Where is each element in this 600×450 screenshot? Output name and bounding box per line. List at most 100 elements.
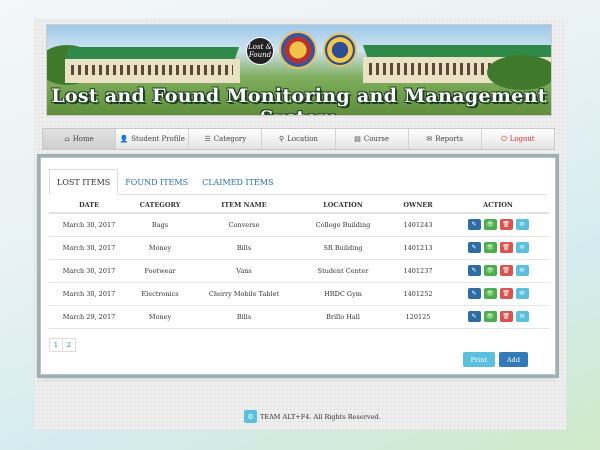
cell-date: March 30, 2017: [49, 259, 129, 283]
edit-button[interactable]: ✎: [467, 311, 481, 322]
nav-label: Category: [213, 135, 247, 143]
edit-button[interactable]: ✎: [467, 288, 481, 299]
footer: ⚙ TEAM ALT+F4. All Rights Reserved.: [244, 410, 381, 423]
view-button[interactable]: 👁: [483, 288, 497, 299]
nav-category[interactable]: ☰ Category: [189, 129, 263, 149]
cell-action: ✎ 👁 🗑 ✉: [447, 305, 549, 329]
map-marker-icon: ⚲: [279, 135, 285, 143]
cell-category: Footwear: [129, 259, 191, 283]
add-button[interactable]: Add: [498, 352, 528, 367]
university-seal-icon: [279, 31, 317, 69]
cell-date: March 30, 2017: [49, 282, 129, 306]
cell-action: ✎ 👁 🗑 ✉: [447, 282, 549, 306]
cell-owner: 1401237: [389, 259, 447, 283]
cell-category: Money: [129, 236, 191, 260]
cell-location: Student Center: [297, 259, 389, 283]
table-row: March 30, 2017 Bags Converse College Buildi…: [49, 213, 549, 237]
view-button[interactable]: 👁: [483, 265, 497, 276]
col-action: ACTION: [447, 198, 549, 214]
nav-student-profile[interactable]: 👤 Student Profile: [116, 129, 190, 149]
cell-owner: 1401252: [389, 282, 447, 306]
tab-claimed-items[interactable]: CLAIMED ITEMS: [195, 169, 280, 195]
mail-button[interactable]: ✉: [515, 219, 529, 231]
cell-category: Electronics: [129, 282, 191, 306]
pagination: 1 2: [49, 338, 76, 352]
view-button[interactable]: 👁: [483, 311, 497, 322]
cell-location: HRDC Gym: [297, 282, 389, 306]
delete-button[interactable]: 🗑: [499, 219, 513, 231]
cell-item: Bills: [191, 236, 297, 260]
cell-category: Money: [129, 305, 191, 329]
lost-items-table: DATE CATEGORY ITEM NAME LOCATION OWNER A…: [49, 198, 549, 329]
edit-button[interactable]: ✎: [467, 242, 481, 253]
cell-owner: 1401213: [389, 236, 447, 260]
table-actions: Print Add: [462, 352, 528, 367]
nav-location[interactable]: ⚲ Location: [262, 129, 336, 149]
nav-label: Logout: [509, 135, 535, 143]
print-button[interactable]: Print: [462, 352, 495, 367]
cell-date: March 30, 2017: [49, 213, 129, 237]
table-row: March 30, 2017 Footwear Vans Student Center…: [49, 259, 549, 283]
page-1-link[interactable]: 1: [49, 338, 63, 352]
cell-category: Bags: [129, 213, 191, 237]
nav-label: Home: [72, 135, 94, 143]
edit-button[interactable]: ✎: [467, 265, 481, 276]
nav-reports[interactable]: ✉ Reports: [409, 129, 482, 149]
delete-button[interactable]: 🗑: [499, 265, 513, 276]
home-icon: ⌂: [64, 135, 70, 143]
col-item-name: ITEM NAME: [191, 198, 297, 214]
book-icon: ▤: [354, 135, 361, 143]
mail-button[interactable]: ✉: [515, 288, 529, 299]
header-banner: Lost & Found Lost and Found Monitoring a…: [46, 24, 552, 116]
cell-date: March 29, 2017: [49, 305, 129, 329]
logo-text: Lost & Found: [248, 43, 272, 59]
cell-action: ✎ 👁 🗑 ✉: [447, 236, 549, 260]
delete-button[interactable]: 🗑: [499, 311, 513, 322]
cell-location: College Building: [297, 213, 389, 237]
user-icon: 👤: [119, 135, 129, 143]
col-owner: OWNER: [389, 198, 447, 214]
cell-item: Bills: [191, 305, 297, 329]
nav-label: Location: [287, 135, 318, 143]
delete-button[interactable]: 🗑: [499, 288, 513, 299]
cell-date: March 30, 2017: [49, 236, 129, 260]
cell-location: Brillo Hall: [297, 305, 389, 329]
cell-owner: 1401243: [389, 213, 447, 237]
envelope-icon: ✉: [426, 135, 433, 143]
nav-course[interactable]: ▤ Course: [336, 129, 409, 149]
cell-item: Converse: [191, 213, 297, 237]
roof-graphic: [64, 47, 240, 59]
table-row: March 29, 2017 Money Bills Brillo Hall 12012…: [49, 305, 549, 329]
mail-button[interactable]: ✉: [515, 311, 529, 322]
mail-button[interactable]: ✉: [515, 242, 529, 253]
cell-action: ✎ 👁 🗑 ✉: [447, 213, 549, 237]
delete-button[interactable]: 🗑: [499, 242, 513, 253]
footer-text: TEAM ALT+F4. All Rights Reserved.: [260, 412, 381, 421]
nav-label: Student Profile: [131, 135, 185, 143]
nav-label: Reports: [435, 135, 464, 143]
team-icon: ⚙: [244, 410, 257, 423]
mail-button[interactable]: ✉: [515, 265, 529, 276]
item-tabs: LOST ITEMS FOUND ITEMS CLAIMED ITEMS: [49, 169, 547, 195]
edit-button[interactable]: ✎: [467, 219, 481, 231]
windows-graphic: [71, 65, 233, 75]
department-seal-icon: [323, 33, 357, 67]
tab-lost-items[interactable]: LOST ITEMS: [49, 169, 119, 195]
main-navbar: ⌂ Home 👤 Student Profile ☰ Category ⚲ Lo…: [42, 128, 555, 150]
nav-logout[interactable]: ⏻ Logout: [482, 129, 554, 149]
nav-home[interactable]: ⌂ Home: [43, 129, 117, 149]
page-2-link[interactable]: 2: [62, 338, 76, 352]
list-icon: ☰: [204, 135, 211, 143]
col-location: LOCATION: [297, 198, 389, 214]
col-date: DATE: [49, 198, 129, 214]
cell-action: ✎ 👁 🗑 ✉: [447, 259, 549, 283]
nav-label: Course: [363, 135, 390, 143]
system-title: Lost and Found Monitoring and Management…: [51, 85, 547, 115]
col-category: CATEGORY: [129, 198, 191, 214]
tab-found-items[interactable]: FOUND ITEMS: [118, 169, 195, 195]
items-panel: LOST ITEMS FOUND ITEMS CLAIMED ITEMS DAT…: [40, 157, 556, 375]
cell-item: Vans: [191, 259, 297, 283]
cell-item: Cherry Mobile Tablet: [191, 282, 297, 306]
view-button[interactable]: 👁: [483, 242, 497, 253]
view-button[interactable]: 👁: [483, 219, 497, 231]
